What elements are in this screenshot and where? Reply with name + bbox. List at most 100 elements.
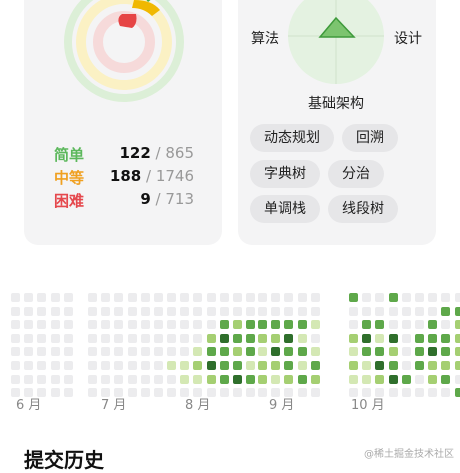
heatmap-cell[interactable] bbox=[310, 361, 320, 370]
heatmap-cell[interactable] bbox=[193, 320, 203, 330]
heatmap-cell[interactable] bbox=[206, 293, 216, 302]
heatmap-cell[interactable] bbox=[362, 361, 372, 370]
heatmap-cell[interactable] bbox=[88, 388, 97, 398]
heatmap-cell[interactable] bbox=[284, 374, 294, 384]
heatmap-cell[interactable] bbox=[154, 333, 163, 343]
heatmap-cell[interactable] bbox=[219, 320, 229, 330]
heatmap-cell[interactable] bbox=[375, 361, 385, 370]
heatmap-cell[interactable] bbox=[271, 374, 281, 384]
heatmap-cell[interactable] bbox=[401, 320, 411, 330]
heatmap-cell[interactable] bbox=[362, 333, 372, 343]
heatmap-cell[interactable] bbox=[246, 333, 256, 343]
heatmap-cell[interactable] bbox=[193, 306, 203, 316]
heatmap-cell[interactable] bbox=[401, 388, 411, 398]
heatmap-cell[interactable] bbox=[50, 347, 60, 357]
heatmap-cell[interactable] bbox=[127, 320, 137, 330]
heatmap-cell[interactable] bbox=[140, 293, 150, 302]
heatmap-cell[interactable] bbox=[271, 333, 281, 343]
heatmap-cell[interactable] bbox=[388, 333, 398, 343]
heatmap-cell[interactable] bbox=[310, 293, 320, 302]
heatmap-cell[interactable] bbox=[219, 388, 229, 398]
heatmap-cell[interactable] bbox=[193, 333, 203, 343]
heatmap-cell[interactable] bbox=[37, 320, 47, 330]
heatmap-cell[interactable] bbox=[454, 388, 460, 398]
heatmap-cell[interactable] bbox=[246, 293, 256, 302]
heatmap-cell[interactable] bbox=[63, 388, 73, 398]
heatmap-cell[interactable] bbox=[233, 333, 242, 343]
heatmap-cell[interactable] bbox=[428, 347, 438, 357]
heatmap-cell[interactable] bbox=[11, 306, 20, 316]
heatmap-cell[interactable] bbox=[219, 361, 229, 370]
heatmap-cell[interactable] bbox=[154, 293, 163, 302]
heatmap-cell[interactable] bbox=[310, 333, 320, 343]
heatmap-cell[interactable] bbox=[37, 361, 47, 370]
heatmap-cell[interactable] bbox=[50, 306, 60, 316]
heatmap-cell[interactable] bbox=[37, 333, 47, 343]
heatmap-cell[interactable] bbox=[140, 388, 150, 398]
heatmap-cell[interactable] bbox=[454, 374, 460, 384]
heatmap-cell[interactable] bbox=[310, 374, 320, 384]
heatmap-cell[interactable] bbox=[362, 347, 372, 357]
heatmap-cell[interactable] bbox=[246, 320, 256, 330]
heatmap-cell[interactable] bbox=[154, 306, 163, 316]
heatmap-cell[interactable] bbox=[219, 293, 229, 302]
heatmap-cell[interactable] bbox=[284, 293, 294, 302]
heatmap-cell[interactable] bbox=[11, 320, 20, 330]
heatmap-cell[interactable] bbox=[349, 333, 358, 343]
heatmap-cell[interactable] bbox=[271, 306, 281, 316]
heatmap-cell[interactable] bbox=[375, 347, 385, 357]
heatmap-cell[interactable] bbox=[258, 361, 267, 370]
heatmap-cell[interactable] bbox=[63, 333, 73, 343]
heatmap-cell[interactable] bbox=[167, 333, 176, 343]
heatmap-cell[interactable] bbox=[140, 333, 150, 343]
heatmap-cell[interactable] bbox=[233, 374, 242, 384]
heatmap-cell[interactable] bbox=[206, 347, 216, 357]
heatmap-cell[interactable] bbox=[206, 374, 216, 384]
heatmap-cell[interactable] bbox=[454, 320, 460, 330]
heatmap-cell[interactable] bbox=[297, 347, 307, 357]
heatmap-cell[interactable] bbox=[454, 333, 460, 343]
heatmap-cell[interactable] bbox=[140, 306, 150, 316]
heatmap-cell[interactable] bbox=[50, 388, 60, 398]
heatmap-cell[interactable] bbox=[127, 306, 137, 316]
heatmap-cell[interactable] bbox=[284, 333, 294, 343]
heatmap-cell[interactable] bbox=[219, 374, 229, 384]
heatmap-cell[interactable] bbox=[101, 293, 111, 302]
heatmap-cell[interactable] bbox=[388, 306, 398, 316]
heatmap-cell[interactable] bbox=[50, 293, 60, 302]
heatmap-cell[interactable] bbox=[114, 333, 124, 343]
heatmap-cell[interactable] bbox=[271, 293, 281, 302]
heatmap-cell[interactable] bbox=[362, 306, 372, 316]
heatmap-cell[interactable] bbox=[180, 333, 190, 343]
heatmap-cell[interactable] bbox=[284, 306, 294, 316]
heatmap-cell[interactable] bbox=[37, 374, 47, 384]
heatmap-cell[interactable] bbox=[428, 293, 438, 302]
heatmap-cell[interactable] bbox=[441, 293, 451, 302]
heatmap-cell[interactable] bbox=[375, 293, 385, 302]
heatmap-cell[interactable] bbox=[388, 320, 398, 330]
heatmap-cell[interactable] bbox=[258, 374, 267, 384]
heatmap-cell[interactable] bbox=[193, 293, 203, 302]
heatmap-cell[interactable] bbox=[101, 320, 111, 330]
heatmap-cell[interactable] bbox=[415, 347, 424, 357]
heatmap-cell[interactable] bbox=[428, 306, 438, 316]
heatmap-cell[interactable] bbox=[114, 347, 124, 357]
heatmap-cell[interactable] bbox=[154, 388, 163, 398]
heatmap-cell[interactable] bbox=[127, 347, 137, 357]
heatmap-cell[interactable] bbox=[297, 374, 307, 384]
heatmap-cell[interactable] bbox=[233, 306, 242, 316]
heatmap-cell[interactable] bbox=[271, 320, 281, 330]
heatmap-cell[interactable] bbox=[246, 374, 256, 384]
heatmap-cell[interactable] bbox=[258, 388, 267, 398]
heatmap-cell[interactable] bbox=[401, 306, 411, 316]
heatmap-cell[interactable] bbox=[88, 347, 97, 357]
heatmap-cell[interactable] bbox=[88, 361, 97, 370]
heatmap-cell[interactable] bbox=[37, 306, 47, 316]
heatmap-cell[interactable] bbox=[114, 293, 124, 302]
heatmap-cell[interactable] bbox=[11, 293, 20, 302]
heatmap-cell[interactable] bbox=[50, 320, 60, 330]
heatmap-cell[interactable] bbox=[11, 374, 20, 384]
heatmap-cell[interactable] bbox=[388, 293, 398, 302]
heatmap-cell[interactable] bbox=[388, 388, 398, 398]
heatmap-cell[interactable] bbox=[167, 374, 176, 384]
